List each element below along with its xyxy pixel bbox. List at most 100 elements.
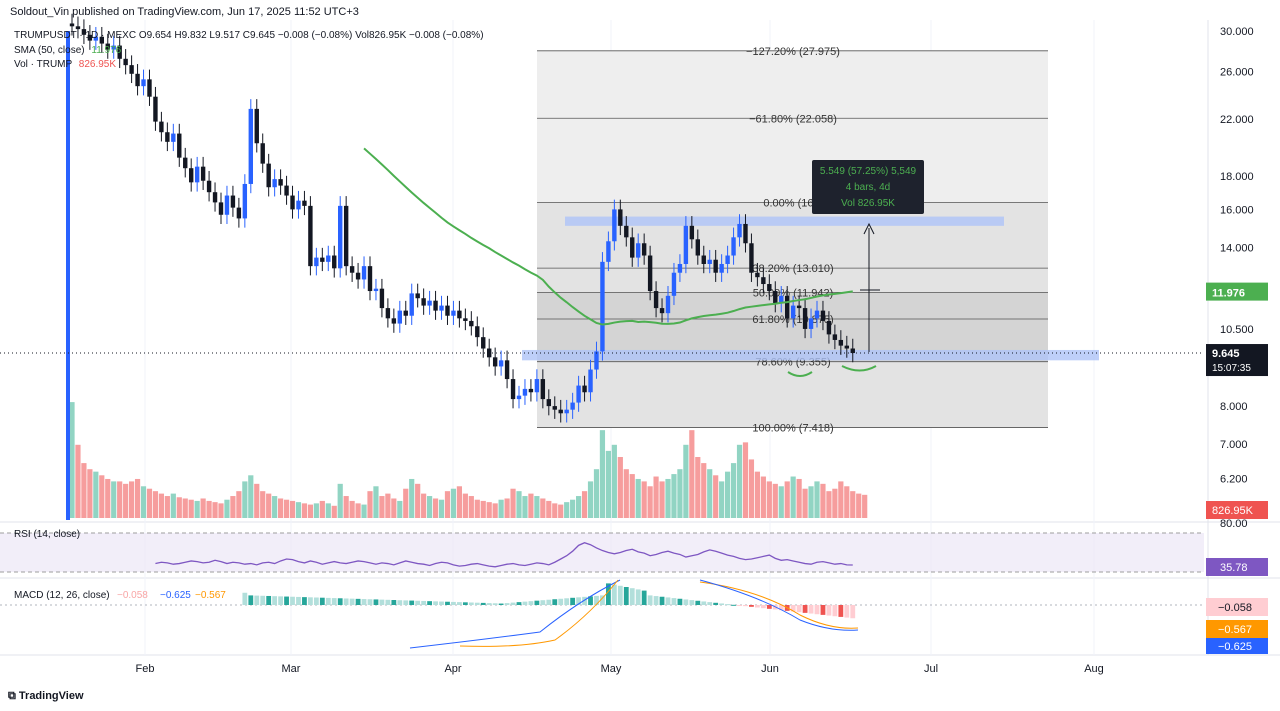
macd-histogram-bar — [504, 603, 510, 605]
candle-body — [606, 241, 611, 262]
macd-histogram-bar — [260, 595, 266, 605]
candle-body — [147, 79, 152, 97]
sma-value-label: 11.976 — [1212, 288, 1245, 300]
macd-histogram-bar — [355, 598, 361, 605]
candle-body — [409, 293, 414, 316]
candle-body — [284, 185, 289, 196]
candle-body — [653, 291, 659, 309]
candle-body — [719, 263, 724, 273]
macd-label: MACD (12, 26, close) — [14, 590, 110, 601]
candle-body — [790, 305, 796, 319]
candle-body — [492, 357, 498, 367]
macd-histogram-bar — [373, 599, 379, 605]
candle-body — [624, 225, 629, 238]
price-tick-label: 18.000 — [1220, 171, 1254, 183]
candle-body — [510, 379, 516, 400]
volume-bar — [730, 463, 737, 518]
volume-bar — [188, 499, 194, 518]
volume-bar — [570, 499, 576, 518]
candle-body — [296, 200, 301, 210]
candle-body — [552, 406, 557, 410]
volume-bar — [468, 496, 474, 518]
volume-bar — [367, 491, 373, 518]
volume-bar — [742, 442, 749, 518]
time-tick-label: Feb — [136, 663, 155, 675]
macd-histogram-bar — [534, 600, 540, 605]
volume-bar — [736, 444, 743, 518]
macd-histogram-bar — [242, 592, 248, 605]
candle-body — [373, 288, 379, 292]
macd-histogram-bar — [451, 601, 456, 605]
price-tick-label: 8.000 — [1220, 401, 1248, 413]
volume-bar — [278, 498, 284, 518]
rsi-label: RSI (14, close) — [14, 529, 80, 540]
volume-bar — [194, 500, 200, 518]
candle-body — [153, 96, 158, 122]
macd-histogram-bar — [433, 601, 438, 605]
volume-bar — [802, 488, 808, 518]
price-tick-label: 22.000 — [1220, 114, 1254, 126]
volume-bar — [653, 476, 659, 518]
candle-body — [135, 73, 140, 87]
macd-histogram-bar — [611, 584, 617, 605]
macd-histogram-bar — [409, 600, 415, 605]
volume-bar — [176, 497, 182, 518]
macd-histogram-bar — [498, 603, 504, 605]
candle-body — [254, 108, 259, 144]
candle-body — [332, 255, 337, 269]
candle-body — [850, 348, 855, 354]
candle-body — [314, 257, 319, 267]
candle-body — [266, 163, 271, 188]
volume-bar — [772, 483, 778, 518]
candle-body — [814, 310, 820, 319]
macd-histogram-bar — [510, 602, 516, 605]
volume-bar — [146, 488, 153, 518]
candle-body — [343, 205, 349, 267]
price-chart[interactable]: Feb Mar Apr May Jun Jul Aug −127.20% (27.975) −6… — [0, 0, 1280, 711]
candle-body — [636, 243, 641, 258]
macd-histogram-bar — [290, 596, 295, 605]
candle-body — [206, 180, 212, 193]
macd-histogram-bar — [343, 598, 349, 605]
candle-body — [695, 239, 700, 256]
candle-body — [832, 334, 838, 340]
volume-bar — [754, 471, 760, 518]
macd-histogram-bar — [439, 601, 444, 605]
volume-bar — [534, 496, 540, 518]
volume-bar — [307, 504, 313, 518]
volume-bar — [713, 475, 719, 518]
candle-body — [457, 310, 462, 319]
volume-bar — [361, 504, 367, 518]
volume-bar — [528, 493, 534, 518]
volume-bar — [152, 491, 159, 518]
candle-body — [534, 379, 540, 393]
macd-histogram-bar — [623, 587, 629, 605]
time-tick-label: Jun — [761, 663, 779, 675]
volume-bar — [576, 496, 582, 518]
rsi-value-label: 35.78 — [1220, 562, 1248, 574]
candle-body — [320, 257, 325, 262]
macd-histogram-bar — [552, 599, 558, 605]
macd-line — [409, 579, 621, 649]
candle-body — [159, 121, 164, 133]
macd-histogram-bar — [474, 602, 480, 605]
candle-body — [212, 192, 218, 203]
candle-body — [236, 207, 242, 219]
volume-bar — [260, 491, 266, 518]
sma-legend-label: SMA (50, close) — [14, 45, 85, 56]
volume-bar — [766, 481, 772, 518]
candle-body — [242, 183, 248, 219]
candle-body — [588, 369, 593, 393]
candle-body — [361, 266, 367, 280]
symbol-ohlc-legend: TRUMPUSDT · 1D · MEXC O9.654 H9.832 L9.5… — [14, 30, 484, 41]
candle-body — [796, 305, 802, 309]
volume-bar — [546, 500, 552, 518]
time-tick-label: Aug — [1084, 663, 1104, 675]
macd-histogram-bar — [361, 599, 367, 605]
volume-bar — [719, 481, 725, 518]
footer-brand: TradingView — [18, 690, 84, 702]
macd-histogram-bar — [617, 585, 623, 605]
volume-bar — [69, 402, 75, 518]
macd-histogram-bar — [689, 600, 695, 605]
macd-histogram-bar — [564, 598, 570, 605]
